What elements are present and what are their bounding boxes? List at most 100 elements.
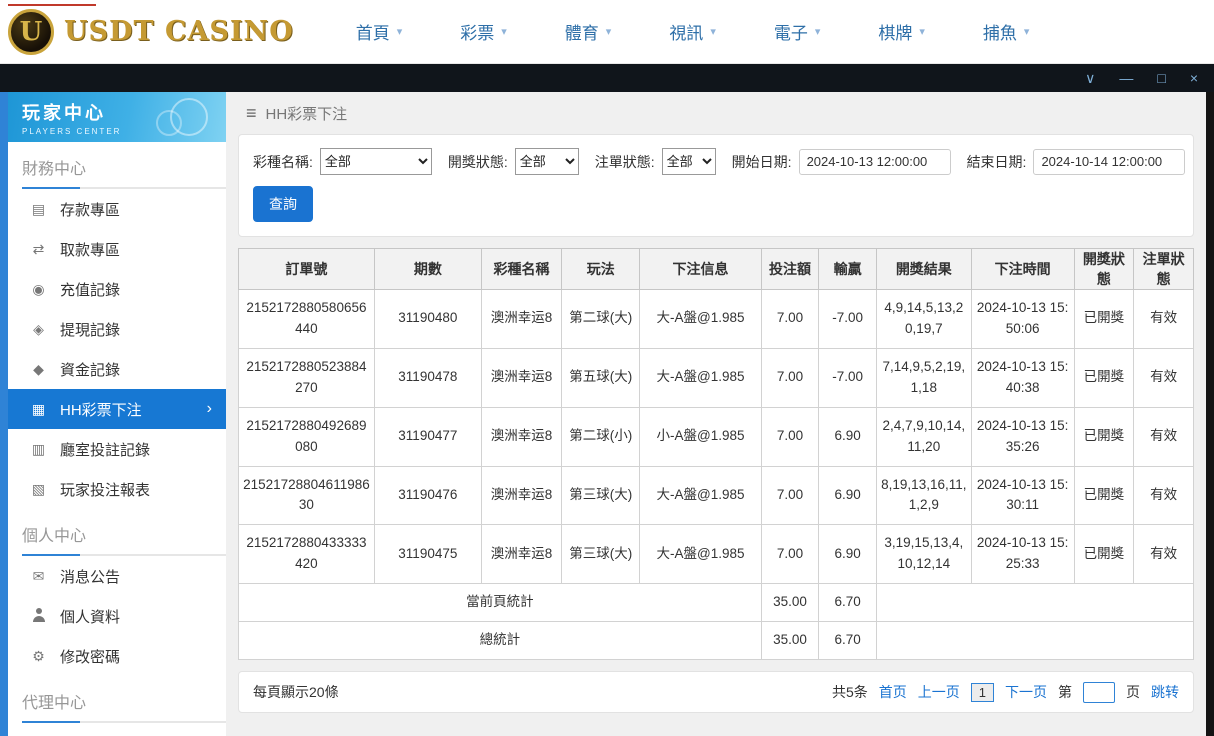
chevron-down-icon[interactable]: ∨ bbox=[1085, 71, 1095, 85]
cell-draw-result: 7,14,9,5,2,19,1,18 bbox=[876, 348, 971, 407]
cell-lottery-name: 澳洲幸运8 bbox=[481, 466, 561, 525]
section-label: 個人中心 bbox=[22, 522, 212, 546]
page-jump-input[interactable] bbox=[1083, 682, 1115, 703]
cell-bet-time: 2024-10-13 15:30:11 bbox=[971, 466, 1074, 525]
cell-bet-time: 2024-10-13 15:40:38 bbox=[971, 348, 1074, 407]
col-bet-amount: 投注額 bbox=[761, 249, 819, 290]
draw-status-select[interactable]: 全部 bbox=[515, 148, 579, 175]
cell-order-status: 有效 bbox=[1134, 348, 1194, 407]
nav-item-sports[interactable]: 體育 ▾ bbox=[565, 19, 612, 44]
sidebar-item-announcements[interactable]: ✉ 消息公告 bbox=[8, 556, 226, 596]
current-page-indicator[interactable]: 1 bbox=[971, 683, 994, 702]
sidebar-item-change-password[interactable]: ⚙ 修改密碼 bbox=[8, 636, 226, 676]
col-order-status: 注單狀態 bbox=[1134, 249, 1194, 290]
minimize-icon[interactable]: — bbox=[1119, 71, 1133, 85]
page-title: HH彩票下注 bbox=[266, 103, 348, 124]
prev-page-link[interactable]: 上一页 bbox=[918, 682, 960, 702]
col-bet-info: 下注信息 bbox=[640, 249, 761, 290]
nav-label: 體育 bbox=[565, 19, 599, 44]
cell-bet-amount: 7.00 bbox=[761, 525, 819, 584]
next-page-link[interactable]: 下一页 bbox=[1005, 682, 1047, 702]
end-date-label: 結束日期: bbox=[967, 152, 1027, 172]
col-lottery-name: 彩種名稱 bbox=[481, 249, 561, 290]
logo-icon: U bbox=[8, 9, 54, 55]
sidebar-item-label: 玩家投注報表 bbox=[60, 479, 150, 500]
lottery-bets-icon: ▦ bbox=[30, 401, 47, 418]
first-page-link[interactable]: 首页 bbox=[879, 682, 907, 702]
sidebar-item-label: 資金記錄 bbox=[60, 359, 120, 380]
search-button[interactable]: 查詢 bbox=[253, 186, 313, 222]
total-summary-empty bbox=[876, 622, 1193, 660]
cell-period: 31190480 bbox=[374, 290, 481, 349]
nav-item-slots[interactable]: 電子▾ bbox=[774, 19, 821, 44]
deposit-icon: ▤ bbox=[30, 201, 47, 218]
nav-item-lottery[interactable]: 彩票▾ bbox=[460, 19, 507, 44]
sidebar-item-label: 充值記錄 bbox=[60, 279, 120, 300]
chevron-right-icon: › bbox=[207, 400, 212, 418]
draw-status-label: 開獎狀態: bbox=[448, 152, 508, 172]
order-status-select[interactable]: 全部 bbox=[662, 148, 716, 175]
table-row: 2152172880580656440 31190480 澳洲幸运8 第二球(大… bbox=[239, 290, 1194, 349]
sidebar-item-funds-record[interactable]: ◆ 資金記錄 bbox=[8, 349, 226, 389]
sidebar-item-room-bet-record[interactable]: ▥ 廳室投註記錄 bbox=[8, 429, 226, 469]
sidebar-item-profile[interactable]: 個人資料 bbox=[8, 596, 226, 636]
cell-period: 31190478 bbox=[374, 348, 481, 407]
sidebar-item-label: 修改密碼 bbox=[60, 646, 120, 667]
nav-item-live[interactable]: 視訊▾ bbox=[669, 19, 716, 44]
pagination-bar: 每頁顯示20條 共5条 首页 上一页 1 下一页 第 页 跳转 bbox=[238, 671, 1194, 713]
cell-period: 31190475 bbox=[374, 525, 481, 584]
page-summary-empty bbox=[876, 584, 1193, 622]
gear-icon: ⚙ bbox=[30, 648, 47, 665]
cell-bet-info: 大-A盤@1.985 bbox=[640, 290, 761, 349]
sidebar-item-withdraw[interactable]: ⇄ 取款專區 bbox=[8, 229, 226, 269]
cell-draw-result: 3,19,15,13,4,10,12,14 bbox=[876, 525, 971, 584]
sidebar-item-player-bet-report[interactable]: ▧ 玩家投注報表 bbox=[8, 469, 226, 509]
total-summary-winloss: 6.70 bbox=[819, 622, 877, 660]
nav-label: 電子 bbox=[774, 19, 808, 44]
withdraw-icon: ⇄ bbox=[30, 241, 47, 258]
sidebar-item-withdraw-record[interactable]: ◈ 提現記錄 bbox=[8, 309, 226, 349]
close-icon[interactable]: × bbox=[1190, 71, 1198, 85]
lottery-name-select[interactable]: 全部 bbox=[320, 148, 432, 175]
sidebar-item-recharge-record[interactable]: ◉ 充值記錄 bbox=[8, 269, 226, 309]
bets-table: 訂單號 期數 彩種名稱 玩法 下注信息 投注額 輸贏 開獎結果 下注時間 開獎狀… bbox=[238, 248, 1194, 660]
cell-bet-amount: 7.00 bbox=[761, 348, 819, 407]
jump-button[interactable]: 跳转 bbox=[1151, 682, 1179, 702]
start-date-input[interactable] bbox=[799, 149, 951, 175]
pager: 共5条 首页 上一页 1 下一页 第 页 跳转 bbox=[832, 682, 1179, 703]
col-draw-result: 開獎結果 bbox=[876, 249, 971, 290]
lottery-name-label: 彩種名稱: bbox=[253, 152, 313, 172]
nav-menu: 首頁▾ 彩票▾ 體育▾ 視訊▾ 電子▾ 棋牌▾ 捕魚▾ bbox=[356, 19, 1030, 44]
filter-panel: 彩種名稱: 全部 開獎狀態: 全部 注單狀態: 全部 bbox=[238, 134, 1194, 237]
cell-bet-time: 2024-10-13 15:50:06 bbox=[971, 290, 1074, 349]
sidebar-item-deposit[interactable]: ▤ 存款專區 bbox=[8, 189, 226, 229]
maximize-icon[interactable]: □ bbox=[1157, 71, 1165, 85]
cell-bet-time: 2024-10-13 15:35:26 bbox=[971, 407, 1074, 466]
nav-item-cards[interactable]: 棋牌▾ bbox=[878, 19, 925, 44]
window-border-strip bbox=[0, 92, 8, 736]
chevron-down-icon: ▾ bbox=[606, 25, 612, 38]
cell-win-loss: -7.00 bbox=[819, 290, 877, 349]
site-logo: U USDT CASINO bbox=[8, 9, 294, 55]
cell-order-no: 2152172880433333420 bbox=[239, 525, 375, 584]
nav-item-fishing[interactable]: 捕魚▾ bbox=[983, 19, 1030, 44]
nav-item-home[interactable]: 首頁▾ bbox=[356, 19, 403, 44]
nav-label: 捕魚 bbox=[983, 19, 1017, 44]
chevron-down-icon: ▾ bbox=[919, 25, 925, 38]
total-summary-label: 總統計 bbox=[239, 622, 762, 660]
cell-bet-info: 大-A盤@1.985 bbox=[640, 466, 761, 525]
col-order-no: 訂單號 bbox=[239, 249, 375, 290]
hamburger-icon[interactable]: ≡ bbox=[246, 103, 257, 124]
room-bet-record-icon: ▥ bbox=[30, 441, 47, 458]
col-play-type: 玩法 bbox=[562, 249, 640, 290]
cell-draw-status: 已開獎 bbox=[1074, 407, 1134, 466]
table-row: 2152172880461198630 31190476 澳洲幸运8 第三球(大… bbox=[239, 466, 1194, 525]
jump-suffix-label: 页 bbox=[1126, 682, 1140, 702]
cell-draw-status: 已開獎 bbox=[1074, 525, 1134, 584]
end-date-input[interactable] bbox=[1033, 149, 1185, 175]
nav-label: 視訊 bbox=[669, 19, 703, 44]
sidebar-item-hh-lottery-bets[interactable]: ▦ HH彩票下注 › bbox=[8, 389, 226, 429]
section-finance-center: 財務中心 bbox=[8, 142, 226, 189]
total-summary-row: 總統計 35.00 6.70 bbox=[239, 622, 1194, 660]
page-summary-row: 當前頁統計 35.00 6.70 bbox=[239, 584, 1194, 622]
